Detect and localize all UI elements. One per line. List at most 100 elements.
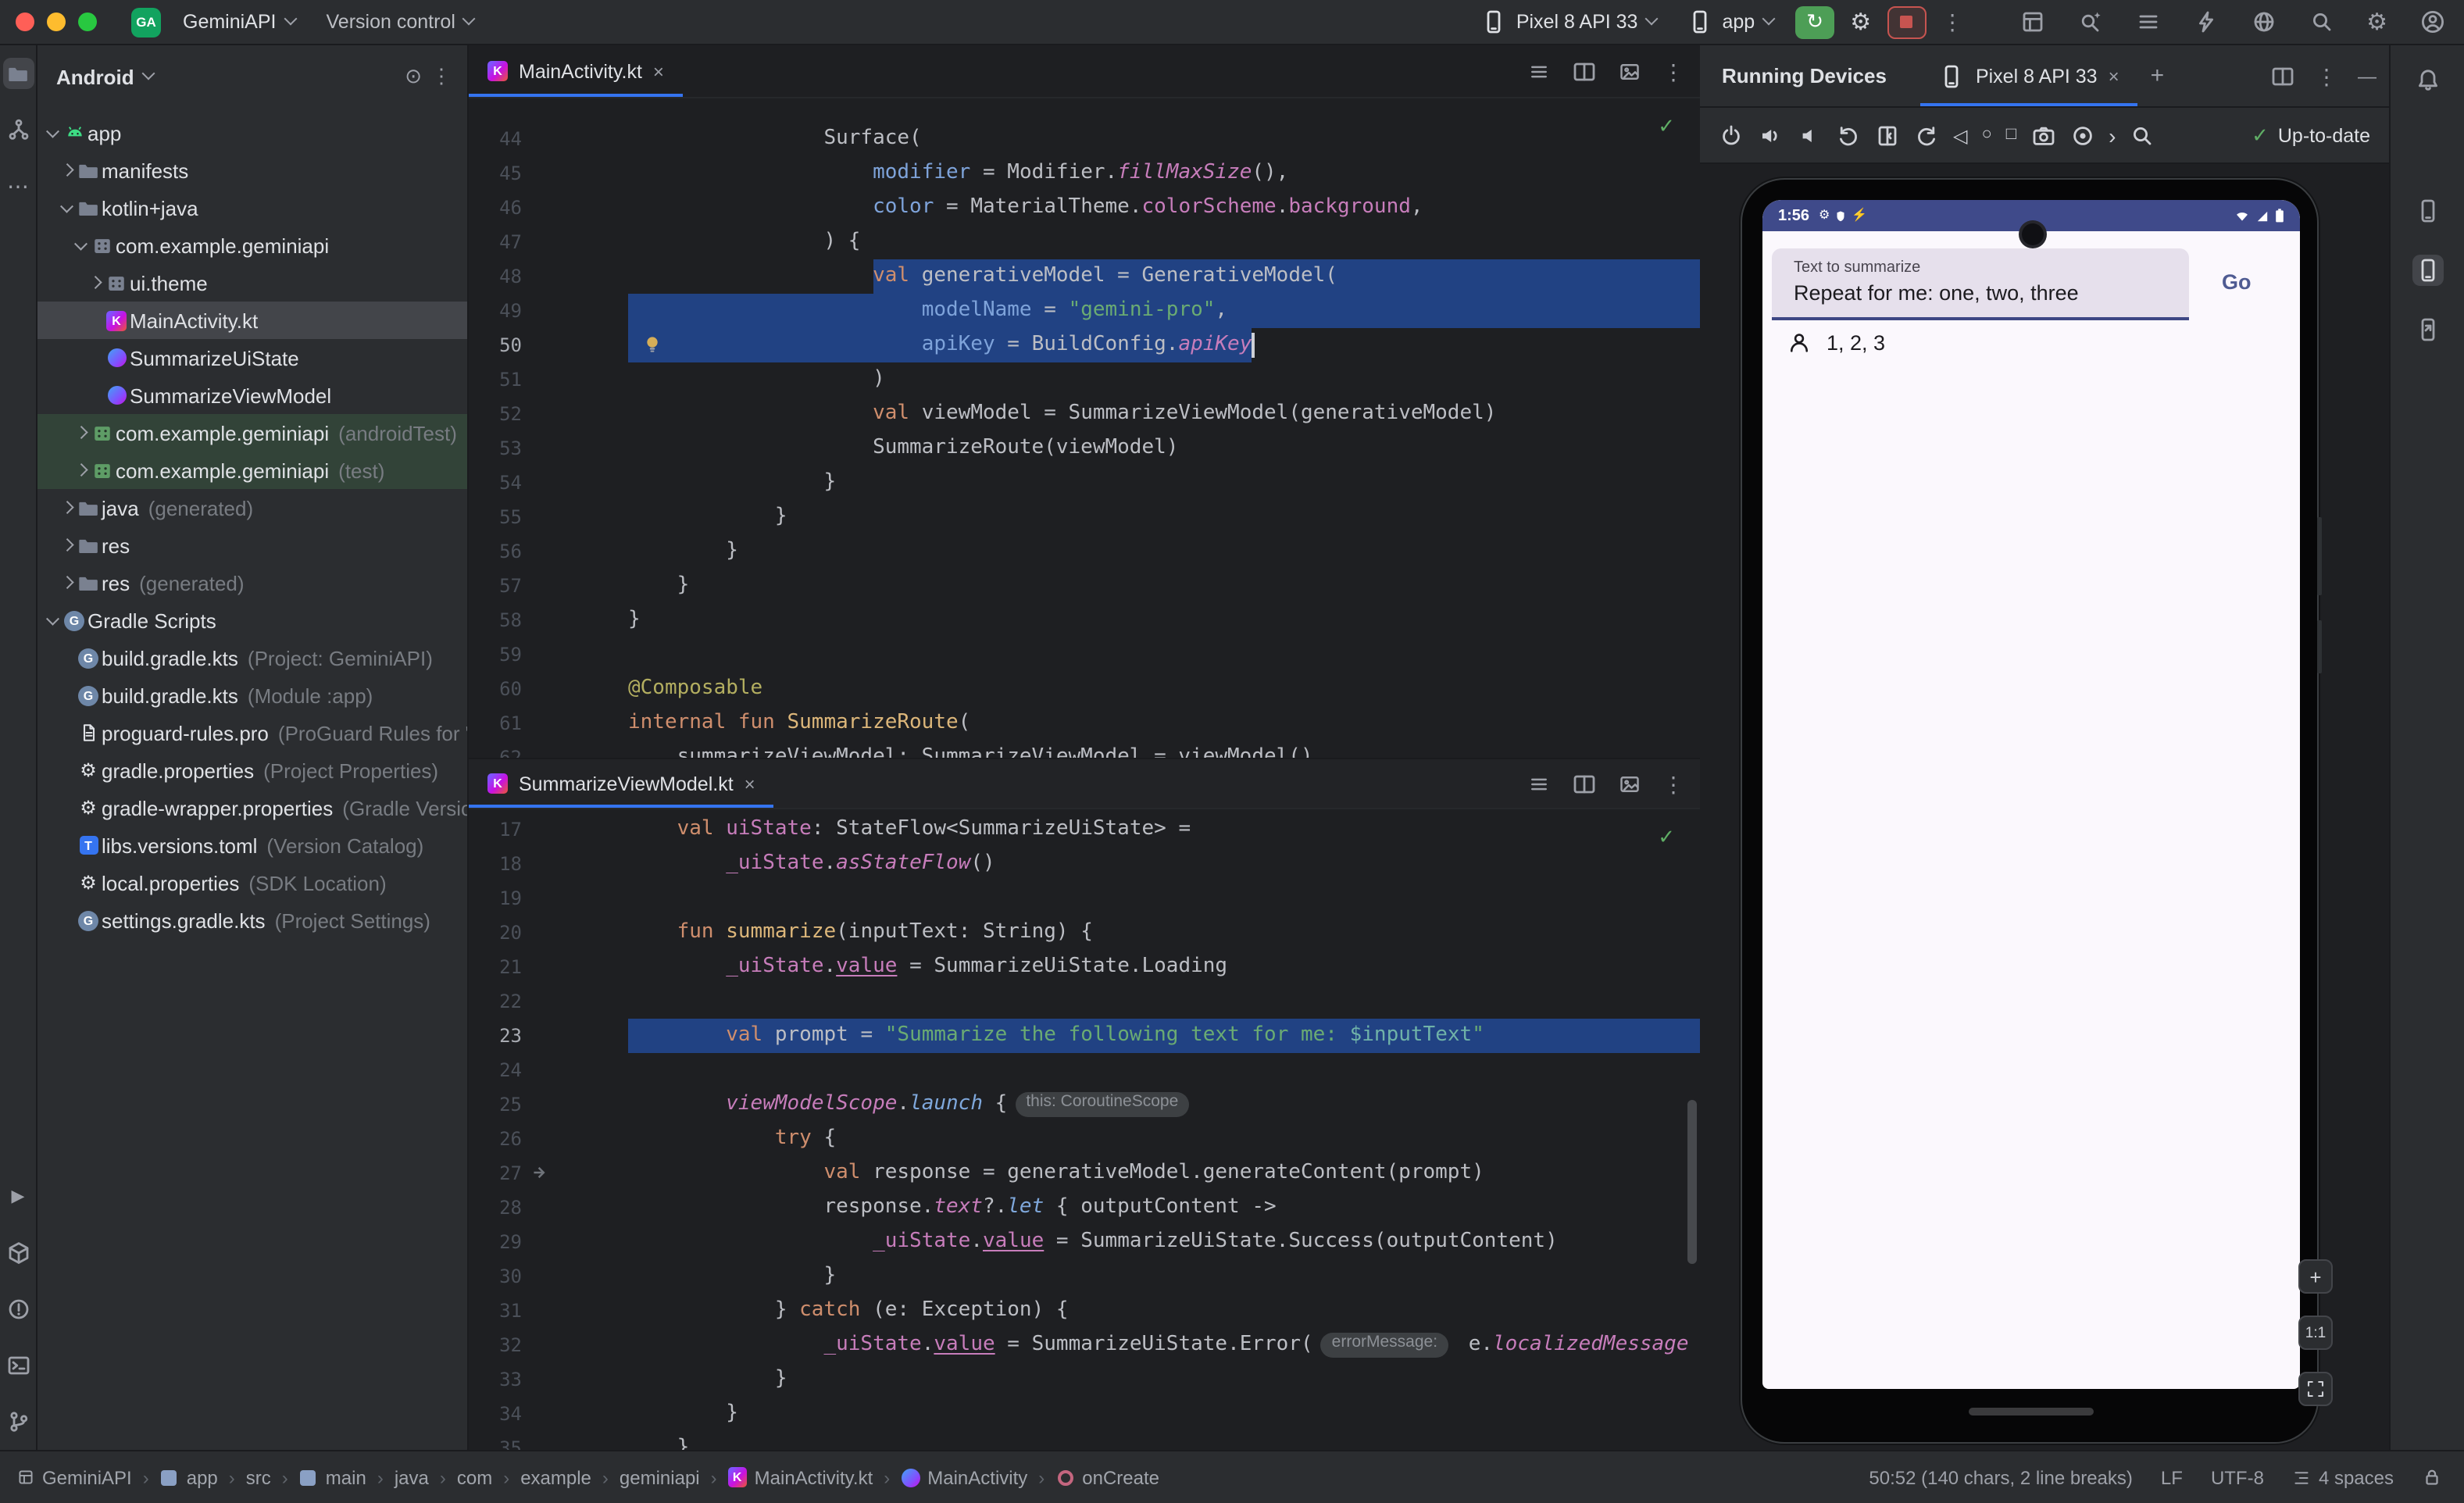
device-settings-button[interactable]: ⚙	[1847, 8, 1874, 36]
code-line-32[interactable]: 32 _uiState.value = SummarizeUiState.Err…	[469, 1328, 1700, 1362]
settings-icon[interactable]: ⚙	[2366, 10, 2387, 34]
hide-panel-icon[interactable]: —	[2358, 63, 2377, 88]
breadcrumb-item[interactable]: MainActivity	[901, 1466, 1027, 1488]
close-window-button[interactable]	[16, 12, 34, 31]
profile-avatar-icon[interactable]	[2420, 9, 2445, 34]
code-line-29[interactable]: 29 _uiState.value = SummarizeUiState.Suc…	[469, 1225, 1700, 1259]
tree-item-build-gradle-kts[interactable]: Gbuild.gradle.kts(Module :app)	[37, 677, 467, 714]
project-selector[interactable]: GeminiAPI	[173, 6, 305, 37]
project-view-mode[interactable]: Android	[56, 65, 134, 88]
caret-position-widget[interactable]: 50:52 (140 chars, 2 line breaks)	[1869, 1466, 2133, 1488]
rotate-right-icon[interactable]	[1914, 123, 1939, 148]
go-button[interactable]: Go	[2212, 269, 2261, 295]
zoom-one-to-one-button[interactable]: 1:1	[2298, 1316, 2333, 1350]
tree-item-java[interactable]: java(generated)	[37, 489, 467, 527]
code-line-44[interactable]: 44 Surface(	[469, 122, 1700, 156]
inspections-status-icon[interactable]: ✓	[1658, 114, 1675, 139]
intention-bulb-icon[interactable]	[642, 334, 662, 355]
problems-tool-icon[interactable]	[2, 1294, 34, 1325]
emulator-screen[interactable]: 1:56 ⚙⚡ Text to summarize Repeat for me:…	[1762, 200, 2300, 1389]
code-line-24[interactable]: 24	[469, 1053, 1700, 1087]
zoom-to-fit-icon[interactable]	[2298, 1372, 2333, 1406]
code-area[interactable]: 44 Surface(45 modifier = Modifier.fillMa…	[469, 98, 1700, 758]
breadcrumb-item[interactable]: onCreate	[1055, 1466, 1159, 1488]
code-line-20[interactable]: 20 fun summarize(inputText: String) {	[469, 916, 1700, 950]
volume-up-icon[interactable]	[1758, 123, 1783, 148]
tree-item-com-example-geminiapi[interactable]: com.example.geminiapi(androidTest)	[37, 414, 467, 452]
breadcrumb-item[interactable]: main	[299, 1466, 366, 1488]
structure-icon[interactable]	[2, 114, 34, 145]
code-line-51[interactable]: 51 )	[469, 362, 1700, 397]
code-line-18[interactable]: 18 _uiState.asStateFlow()	[469, 847, 1700, 881]
zoom-window-button[interactable]	[78, 12, 97, 31]
tree-item-build-gradle-kts[interactable]: Gbuild.gradle.kts(Project: GeminiAPI)	[37, 639, 467, 677]
code-line-54[interactable]: 54 }	[469, 466, 1700, 500]
chevron-down-icon[interactable]	[58, 205, 75, 211]
editor-list-icon[interactable]	[1528, 773, 1550, 794]
chevron-down-icon[interactable]	[44, 618, 61, 623]
split-editor-icon[interactable]	[1572, 771, 1597, 796]
readonly-lock-icon[interactable]	[2422, 1467, 2442, 1487]
code-line-53[interactable]: 53 SummarizeRoute(viewModel)	[469, 431, 1700, 466]
volume-down-icon[interactable]	[1797, 123, 1822, 148]
rotate-left-icon[interactable]	[1836, 123, 1861, 148]
code-line-35[interactable]: 35 }	[469, 1431, 1700, 1450]
version-control-tool-icon[interactable]	[2, 1406, 34, 1437]
code-area[interactable]: 17 val uiState: StateFlow<SummarizeUiSta…	[469, 809, 1700, 1450]
device-selector[interactable]: Pixel 8 API 33	[1473, 5, 1666, 39]
tree-item-com-example-geminiapi[interactable]: com.example.geminiapi(test)	[37, 452, 467, 489]
tree-item-kotlin-java[interactable]: kotlin+java	[37, 189, 467, 227]
screenshot-icon[interactable]	[2030, 123, 2055, 148]
build-tool-icon[interactable]	[2, 1237, 34, 1269]
code-line-46[interactable]: 46 color = MaterialTheme.colorScheme.bac…	[469, 191, 1700, 225]
home-icon[interactable]: ○	[1981, 127, 1991, 144]
code-line-62[interactable]: 62 summarizeViewModel: SummarizeViewMode…	[469, 741, 1700, 758]
back-icon[interactable]: ◁	[1953, 126, 1967, 145]
summarize-input-field[interactable]: Text to summarize Repeat for me: one, tw…	[1772, 248, 2189, 320]
chevron-right-icon[interactable]	[58, 166, 75, 175]
more-tool-windows-icon[interactable]: ⋯	[2, 170, 34, 202]
tree-item-libs-versions-toml[interactable]: Tlibs.versions.toml(Version Catalog)	[37, 826, 467, 864]
code-line-50[interactable]: 50 apiKey = BuildConfig.apiKey	[469, 328, 1700, 362]
locate-file-icon[interactable]: ⊙	[405, 64, 422, 89]
tree-item-res[interactable]: res(generated)	[37, 564, 467, 602]
main-menu-icon[interactable]	[2135, 9, 2160, 34]
split-editor-icon[interactable]	[1572, 59, 1597, 84]
tree-item-settings-gradle-kts[interactable]: Gsettings.gradle.kts(Project Settings)	[37, 901, 467, 939]
close-tab-icon[interactable]: ×	[653, 60, 664, 82]
code-line-60[interactable]: 60@Composable	[469, 672, 1700, 706]
power-icon[interactable]	[1719, 123, 1744, 148]
code-line-61[interactable]: 61internal fun SummarizeRoute(	[469, 706, 1700, 741]
fold-device-icon[interactable]	[1875, 123, 1900, 148]
editor-list-icon[interactable]	[1528, 60, 1550, 82]
tab-summarizeviewmodel[interactable]: K SummarizeViewModel.kt ×	[469, 759, 774, 808]
add-device-tab-icon[interactable]: +	[2138, 62, 2177, 89]
chevron-right-icon[interactable]	[58, 579, 75, 587]
breadcrumb-item[interactable]: java	[395, 1466, 429, 1488]
tree-item-gradle-properties[interactable]: ⚙gradle.properties(Project Properties)	[37, 752, 467, 789]
inspections-status-icon[interactable]: ✓	[1658, 825, 1675, 850]
plugins-icon[interactable]	[2193, 9, 2218, 34]
notifications-icon[interactable]	[2412, 64, 2443, 95]
code-line-48[interactable]: 48 val generativeModel = GenerativeModel…	[469, 259, 1700, 294]
browser-icon[interactable]	[2251, 9, 2276, 34]
code-line-56[interactable]: 56 }	[469, 534, 1700, 569]
rerun-button[interactable]: ↻	[1795, 5, 1834, 38]
overview-icon[interactable]: □	[2006, 127, 2016, 144]
zoom-mode-icon[interactable]	[2130, 123, 2155, 148]
tree-item-summarizeviewmodel[interactable]: SummarizeViewModel	[37, 377, 467, 414]
tab-device[interactable]: Pixel 8 API 33 ×	[1921, 45, 2138, 106]
code-line-49[interactable]: 49 modelName = "gemini-pro",	[469, 294, 1700, 328]
code-line-25[interactable]: 25 viewModelScope.launch {this: Coroutin…	[469, 1087, 1700, 1122]
tree-item-com-example-geminiapi[interactable]: com.example.geminiapi	[37, 227, 467, 264]
stop-button[interactable]	[1887, 5, 1926, 38]
code-line-58[interactable]: 58}	[469, 603, 1700, 637]
device-explorer-icon[interactable]	[2019, 9, 2044, 34]
project-options-icon[interactable]: ⋮	[431, 64, 452, 89]
encoding-widget[interactable]: UTF-8	[2211, 1466, 2264, 1488]
code-line-57[interactable]: 57 }	[469, 569, 1700, 603]
editor-options-icon[interactable]: ⋮	[1662, 60, 1684, 82]
tab-mainactivity[interactable]: K MainActivity.kt ×	[469, 45, 683, 97]
more-actions-button[interactable]: ⋮	[1938, 9, 1966, 35]
code-line-55[interactable]: 55 }	[469, 500, 1700, 534]
